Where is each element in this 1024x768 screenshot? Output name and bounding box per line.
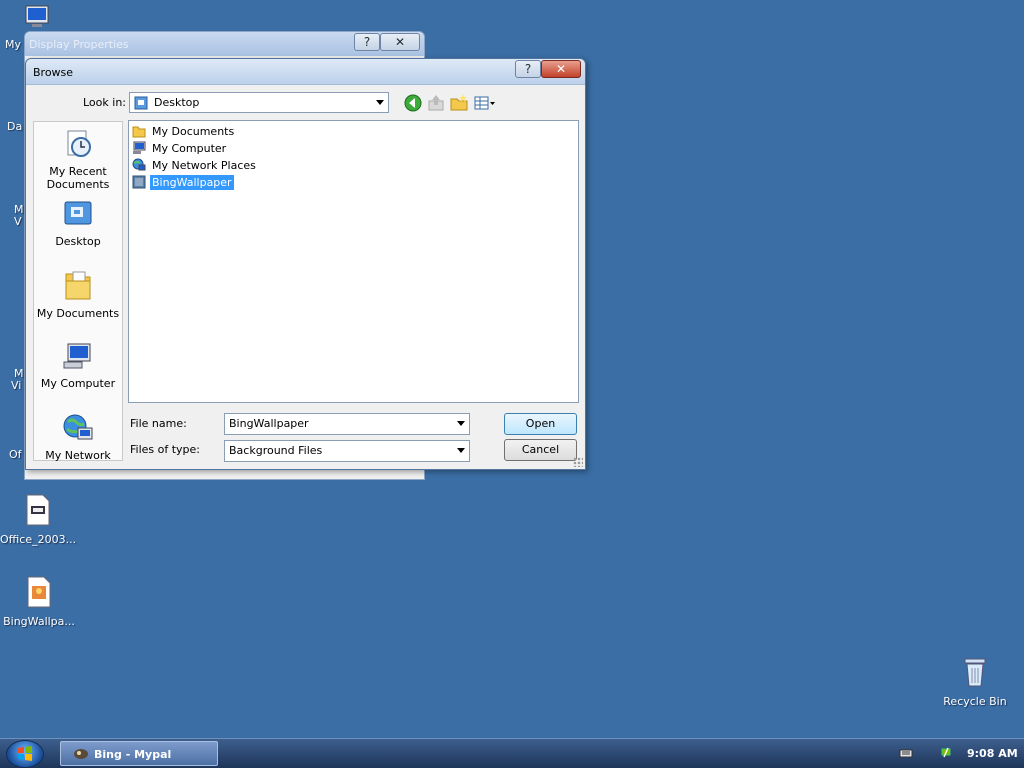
computer-icon (133, 141, 146, 154)
help-button[interactable]: ? (354, 33, 380, 51)
my-computer-icon (63, 343, 91, 369)
recent-documents-icon (67, 130, 91, 157)
places-item-desktop[interactable]: Desktop (34, 198, 122, 248)
list-item-selected[interactable]: BingWallpaper (132, 174, 234, 190)
up-folder-icon[interactable] (426, 93, 446, 113)
keyboard-icon[interactable] (899, 747, 913, 759)
resize-grip-icon[interactable] (573, 457, 583, 467)
taskbar-item-label: Bing - Mypal (94, 748, 172, 761)
taskbar-item-bing-mypal[interactable]: Bing - Mypal (60, 741, 218, 766)
image-file-icon (27, 576, 51, 608)
list-item[interactable]: My Computer (132, 140, 228, 156)
network-status-icon[interactable] (940, 746, 954, 760)
file-name-label: File name: (130, 417, 187, 430)
browse-dialog-titlebar[interactable]: Browse ? ✕ (26, 59, 585, 85)
display-properties-titlebar[interactable]: Display Properties ? ✕ (25, 32, 424, 56)
places-item-my-network[interactable]: My Network (34, 412, 122, 462)
taskbar: Bing - Mypal 9:08 AM (0, 738, 1024, 768)
cancel-button[interactable]: Cancel (504, 439, 577, 461)
new-folder-icon[interactable] (449, 93, 469, 113)
places-item-label: My Network (45, 449, 111, 462)
desktop-icon-label-clipped: V (14, 215, 22, 228)
places-item-label: My Documents (36, 307, 120, 320)
desktop-icon-label: Office_2003... (0, 533, 77, 546)
my-documents-icon (65, 271, 91, 300)
look-in-value: Desktop (154, 96, 200, 109)
window-title: Display Properties (29, 38, 129, 51)
browser-icon (74, 749, 88, 759)
look-in-dropdown[interactable]: Desktop (129, 92, 389, 113)
places-item-label: My Computer (40, 377, 116, 390)
places-item-label: Desktop (55, 235, 101, 248)
windows-logo-icon (18, 746, 32, 761)
network-icon (132, 158, 146, 171)
desktop-icon (134, 96, 148, 110)
desktop-icon-label-clipped: Da (7, 120, 23, 133)
places-bar: My Recent Documents Desktop My Documents (33, 121, 123, 462)
desktop-icon-label-clipped: My (5, 38, 22, 51)
chevron-down-icon (376, 100, 384, 105)
list-item[interactable]: My Network Places (132, 157, 258, 173)
my-network-icon (63, 414, 93, 440)
close-button[interactable]: ✕ (380, 33, 420, 51)
folder-icon (132, 126, 146, 138)
places-item-my-computer[interactable]: My Computer (34, 340, 122, 390)
dialog-title: Browse (33, 66, 74, 79)
chevron-down-icon[interactable] (457, 421, 465, 426)
open-button[interactable]: Open (504, 413, 577, 435)
file-name-value: BingWallpaper (229, 417, 309, 430)
file-name-field[interactable]: BingWallpaper (224, 413, 470, 435)
places-item-label: My Recent Documents (46, 165, 110, 191)
files-of-type-dropdown[interactable]: Background Files (224, 440, 470, 462)
computer-icon (25, 5, 49, 27)
list-item-label: My Computer (152, 141, 227, 155)
close-button[interactable]: ✕ (541, 60, 581, 78)
list-item-label: My Documents (152, 124, 235, 138)
places-item-recent[interactable]: My Recent Documents (34, 128, 122, 191)
desktop-icon-recycle-bin[interactable]: Recycle Bin (937, 656, 1013, 708)
places-item-my-documents[interactable]: My Documents (34, 268, 122, 320)
image-file-icon (132, 175, 146, 189)
list-item-label: BingWallpaper (150, 174, 234, 190)
help-button[interactable]: ? (515, 60, 541, 78)
back-icon[interactable] (403, 93, 423, 113)
list-item-label: My Network Places (152, 158, 256, 172)
files-of-type-label: Files of type: (130, 443, 201, 456)
files-of-type-value: Background Files (229, 444, 323, 457)
desktop-icon-label: Recycle Bin (943, 695, 1007, 708)
views-menu-icon[interactable] (473, 93, 497, 113)
chevron-down-icon (457, 448, 465, 453)
desktop-icon-office-2003[interactable]: Office_2003... (0, 494, 76, 546)
list-item[interactable]: My Documents (132, 123, 236, 139)
clock[interactable]: 9:08 AM (967, 747, 1018, 760)
look-in-label: Look in: (83, 96, 126, 109)
desktop-icon-label: BingWallpa... (3, 615, 75, 628)
start-button[interactable] (6, 740, 44, 768)
desktop-icon-bingwallpaper[interactable]: BingWallpa... (1, 576, 77, 628)
desktop-icon (64, 201, 92, 225)
desktop-icon-label-clipped: Of (9, 448, 22, 461)
file-list[interactable]: My Documents My Computer My Network Plac… (128, 120, 579, 403)
document-icon (26, 494, 50, 526)
recycle-bin-icon (964, 658, 986, 687)
desktop-icon-label-clipped: Vi (11, 379, 22, 392)
browse-dialog[interactable]: Browse ? ✕ Look in: Desktop My Recent Do… (25, 58, 586, 470)
